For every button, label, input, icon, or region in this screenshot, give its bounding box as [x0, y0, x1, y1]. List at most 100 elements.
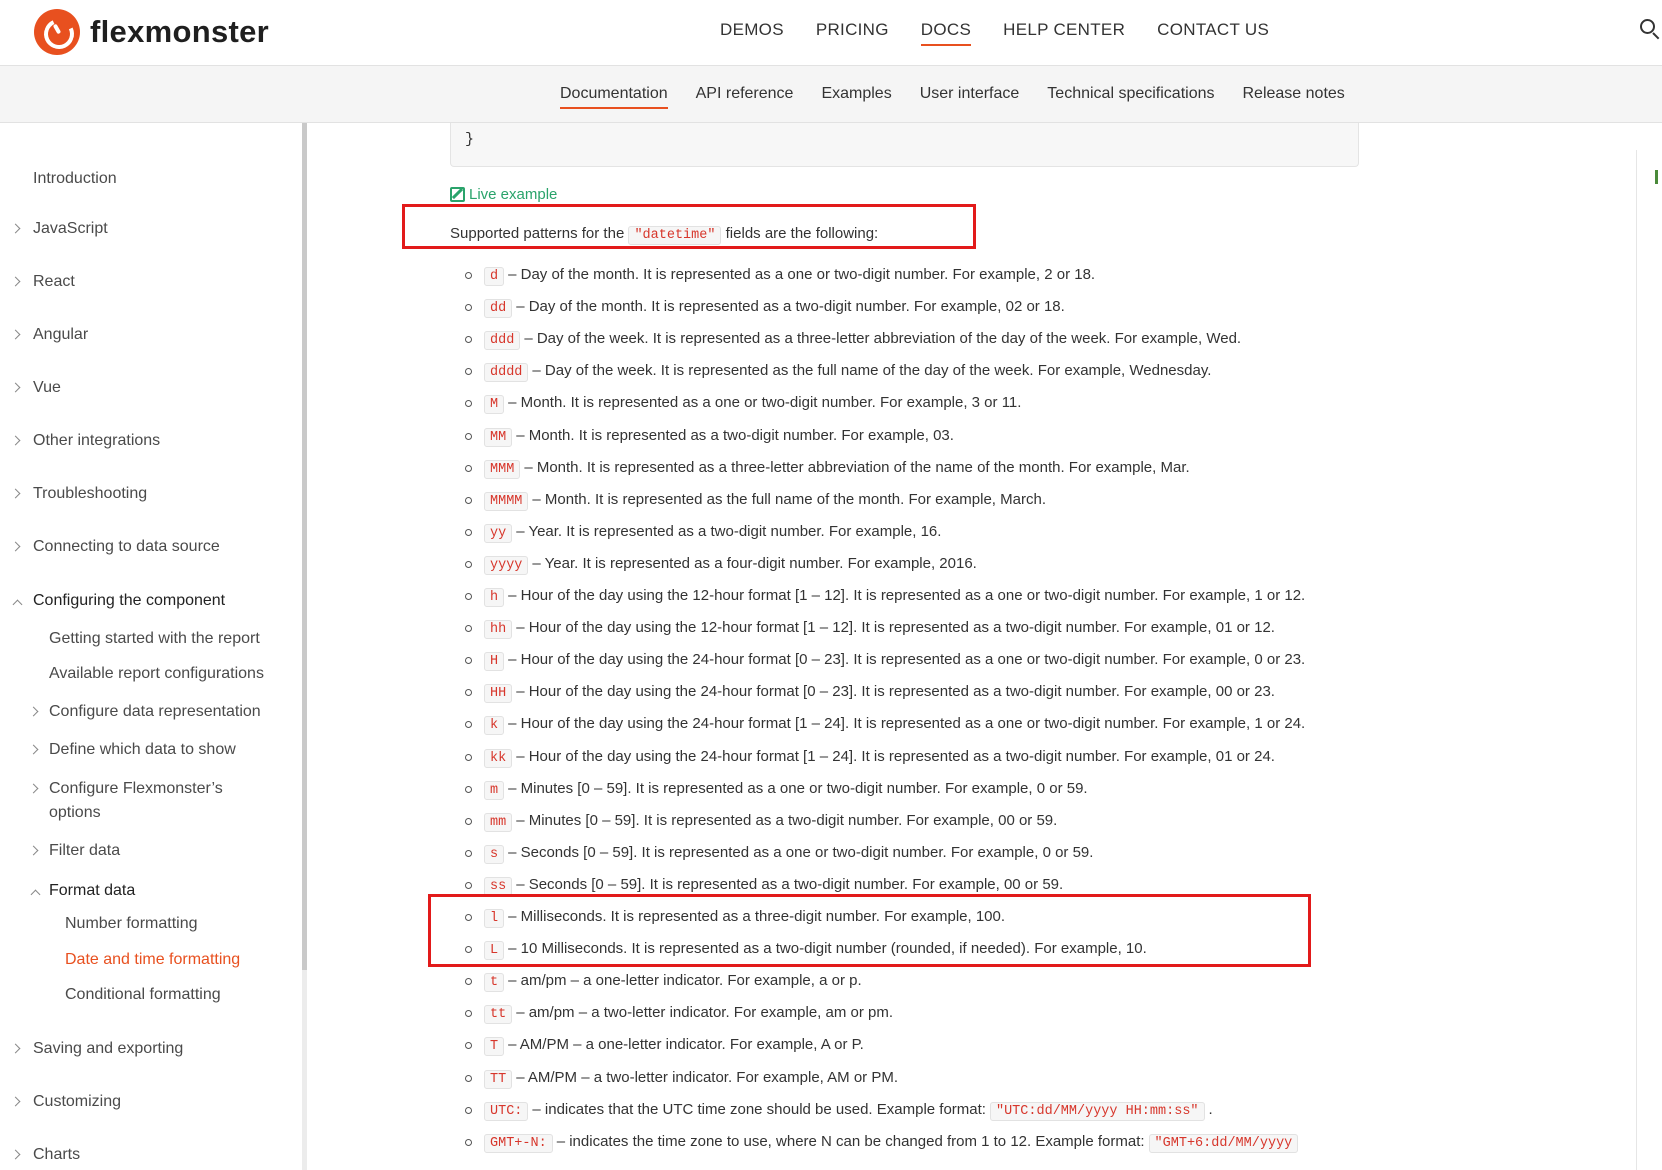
- bullet-icon: [465, 657, 472, 664]
- sidebar-item-configuring[interactable]: Configuring the component: [33, 589, 225, 613]
- tab-release-notes[interactable]: Release notes: [1243, 85, 1345, 109]
- bullet-icon: [465, 433, 472, 440]
- highlight-box: [402, 204, 976, 249]
- pattern-description: – Hour of the day using the 24-hour form…: [508, 715, 1306, 732]
- sidebar-item-getting-started[interactable]: Getting started with the report: [49, 627, 260, 651]
- pattern-description: – Minutes [0 – 59]. It is represented as…: [516, 812, 1058, 829]
- pattern-text: MM – Month. It is represented as a two-di…: [484, 427, 954, 447]
- pattern-code: GMT+-N:: [484, 1134, 553, 1153]
- nav-help-center[interactable]: HELP CENTER: [1003, 20, 1125, 46]
- pattern-text: MMMM – Month. It is represented as the fu…: [484, 491, 1046, 511]
- sidebar-item-saving[interactable]: Saving and exporting: [33, 1037, 183, 1061]
- pattern-punctuation: .: [1208, 1101, 1213, 1118]
- sidebar-item-javascript[interactable]: JavaScript: [33, 217, 108, 241]
- pattern-description: – Year. It is represented as a two-digit…: [516, 523, 942, 540]
- sidebar-scrollbar-track[interactable]: [302, 970, 307, 1170]
- tab-examples[interactable]: Examples: [821, 85, 891, 109]
- sidebar-item-define-data[interactable]: Define which data to show: [49, 738, 236, 762]
- pattern-text: H – Hour of the day using the 24-hour for…: [484, 651, 1306, 671]
- pattern-code: tt: [484, 1005, 513, 1024]
- live-example-link[interactable]: Live example: [450, 186, 557, 203]
- tab-technical-specifications[interactable]: Technical specifications: [1047, 85, 1214, 109]
- pattern-code: H: [484, 652, 505, 671]
- pattern-text: d – Day of the month. It is represented a…: [484, 266, 1096, 286]
- pattern-text: hh – Hour of the day using the 12-hour fo…: [484, 619, 1275, 639]
- sidebar-item-introduction[interactable]: Introduction: [33, 167, 117, 191]
- nav-docs[interactable]: DOCS: [920, 20, 972, 46]
- bullet-icon: [465, 754, 472, 761]
- nav-pricing[interactable]: PRICING: [816, 20, 889, 46]
- nav-contact-us[interactable]: CONTACT US: [1157, 20, 1269, 46]
- bullet-icon: [465, 529, 472, 536]
- sidebar-item-customizing[interactable]: Customizing: [33, 1090, 121, 1114]
- pattern-text: m – Minutes [0 – 59]. It is represented a…: [484, 780, 1088, 800]
- sidebar-item-available-configs[interactable]: Available report configurations: [49, 662, 264, 686]
- sidebar-item-format-data[interactable]: Format data: [49, 879, 135, 903]
- tab-api-reference[interactable]: API reference: [696, 85, 794, 109]
- sidebar-item-troubleshooting[interactable]: Troubleshooting: [33, 482, 147, 506]
- pattern-description: – Seconds [0 – 59]. It is represented as…: [516, 876, 1064, 893]
- pattern-code: s: [484, 845, 505, 864]
- outline-marker: [1655, 170, 1658, 184]
- pattern-text: HH – Hour of the day using the 24-hour fo…: [484, 683, 1275, 703]
- pattern-description: – Day of the week. It is represented as …: [524, 330, 1242, 347]
- pattern-description: – am/pm – a two-letter indicator. For ex…: [516, 1004, 894, 1021]
- pattern-description: – Hour of the day using the 24-hour form…: [516, 683, 1275, 700]
- sidebar-item-date-time-formatting[interactable]: Date and time formatting: [65, 948, 240, 972]
- sidebar-item-number-formatting[interactable]: Number formatting: [65, 912, 198, 936]
- pattern-description: – Day of the week. It is represented as …: [532, 362, 1212, 379]
- bullet-icon: [465, 1010, 472, 1017]
- top-header: flexmonster DEMOS PRICING DOCS HELP CENT…: [0, 0, 1662, 66]
- pattern-text: mm – Minutes [0 – 59]. It is represented …: [484, 812, 1058, 832]
- bullet-icon: [465, 1107, 472, 1114]
- sidebar-scrollbar-thumb[interactable]: [302, 123, 307, 970]
- sidebar-item-charts[interactable]: Charts: [33, 1143, 80, 1167]
- sidebar-item-vue[interactable]: Vue: [33, 376, 61, 400]
- pattern-description: – Minutes [0 – 59]. It is represented as…: [508, 780, 1088, 797]
- pattern-description: – am/pm – a one-letter indicator. For ex…: [508, 972, 862, 989]
- pattern-text: dddd – Day of the week. It is represented…: [484, 362, 1212, 382]
- pattern-text: yy – Year. It is represented as a two-dig…: [484, 523, 942, 543]
- pattern-code: m: [484, 781, 505, 800]
- pattern-description: – Month. It is represented as the full n…: [532, 491, 1046, 508]
- bullet-icon: [465, 304, 472, 311]
- tab-documentation[interactable]: Documentation: [560, 85, 668, 109]
- pattern-code: UTC:: [484, 1102, 529, 1121]
- sidebar-item-conditional-formatting[interactable]: Conditional formatting: [65, 983, 221, 1007]
- pattern-description: – Day of the month. It is represented as…: [508, 266, 1096, 283]
- pattern-code: T: [484, 1037, 505, 1056]
- sidebar-item-configure-options[interactable]: Configure Flexmonster’s: [49, 777, 223, 801]
- sidebar-item-filter-data[interactable]: Filter data: [49, 839, 120, 863]
- tab-user-interface[interactable]: User interface: [920, 85, 1020, 109]
- pattern-text: t – am/pm – a one-letter indicator. For e…: [484, 972, 862, 992]
- bullet-icon: [465, 1042, 472, 1049]
- pattern-description: – indicates the time zone to use, where …: [556, 1133, 1145, 1150]
- pattern-description: – Hour of the day using the 12-hour form…: [508, 587, 1306, 604]
- pattern-code: t: [484, 973, 505, 992]
- brand-logo[interactable]: flexmonster: [34, 9, 269, 55]
- search-icon[interactable]: [1640, 19, 1660, 40]
- sidebar-item-react[interactable]: React: [33, 270, 75, 294]
- sidebar-item-connecting[interactable]: Connecting to data source: [33, 535, 220, 559]
- sidebar-item-angular[interactable]: Angular: [33, 323, 88, 347]
- sidebar-item-other-integrations[interactable]: Other integrations: [33, 429, 160, 453]
- sidebar-item-configure-data-representation[interactable]: Configure data representation: [49, 700, 261, 724]
- sidebar-item-configure-options-cont[interactable]: options: [49, 801, 101, 825]
- pattern-text: kk – Hour of the day using the 24-hour fo…: [484, 748, 1275, 768]
- pattern-code: M: [484, 395, 505, 414]
- bullet-icon: [465, 561, 472, 568]
- example-format-code: "UTC:dd/MM/yyyy HH:mm:ss": [989, 1102, 1205, 1121]
- pattern-text: dd – Day of the month. It is represented …: [484, 298, 1065, 318]
- bullet-icon: [465, 336, 472, 343]
- pattern-code: yy: [484, 524, 513, 543]
- nav-demos[interactable]: DEMOS: [720, 20, 784, 46]
- example-format-code: "GMT+6:dd/MM/yyyy: [1148, 1134, 1299, 1153]
- bullet-icon: [465, 593, 472, 600]
- pattern-description: – Hour of the day using the 24-hour form…: [516, 748, 1275, 765]
- pattern-text: M – Month. It is represented as a one or …: [484, 394, 1021, 414]
- code-block-text: }: [465, 131, 475, 148]
- pattern-description: – Hour of the day using the 24-hour form…: [508, 651, 1306, 668]
- pattern-code: MM: [484, 428, 513, 447]
- pattern-code: h: [484, 588, 505, 607]
- pattern-code: hh: [484, 620, 513, 639]
